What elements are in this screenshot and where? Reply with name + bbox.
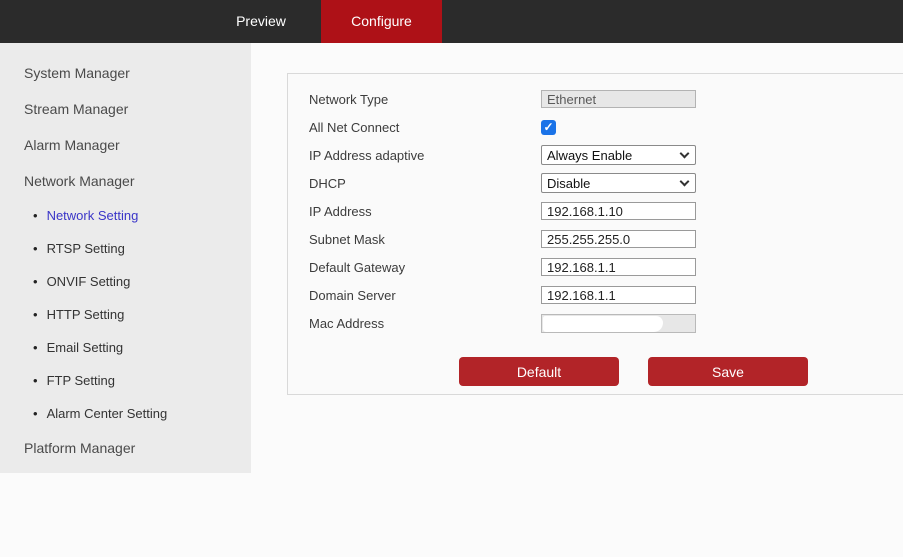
form-row-ip-address: IP Address	[288, 197, 903, 225]
sidebar-item-label: Email Setting	[46, 340, 124, 355]
check-icon: ✓	[543, 120, 554, 134]
sidebar-item-label: FTP Setting	[46, 373, 115, 388]
topbar: Preview Configure	[0, 0, 903, 43]
network-setting-panel: Network Type All Net Connect ✓ IP Address a…	[287, 73, 903, 395]
default-gateway-input[interactable]	[541, 258, 696, 276]
ip-address-adaptive-select[interactable]: Always Enable	[541, 145, 696, 165]
sidebar-item-platform-manager[interactable]: Platform Manager	[0, 430, 251, 466]
sidebar-item-network-setting[interactable]: • Network Setting	[0, 199, 251, 232]
form-row-ip-address-adaptive: IP Address adaptive Always Enable	[288, 141, 903, 169]
default-button[interactable]: Default	[459, 357, 619, 386]
sidebar-item-label: ONVIF Setting	[46, 274, 131, 289]
chevron-down-icon	[679, 148, 690, 159]
sidebar-item-stream-manager[interactable]: Stream Manager	[0, 91, 251, 127]
ip-address-adaptive-selected-value: Always Enable	[547, 147, 633, 163]
bullet-icon: •	[33, 307, 38, 322]
subnet-mask-input[interactable]	[541, 230, 696, 248]
sidebar: System Manager Stream Manager Alarm Manage…	[0, 43, 251, 473]
sidebar-item-onvif-setting[interactable]: • ONVIF Setting	[0, 265, 251, 298]
network-type-label: Network Type	[309, 91, 389, 107]
form-row-mac-address: Mac Address	[288, 309, 903, 337]
sidebar-item-rtsp-setting[interactable]: • RTSP Setting	[0, 232, 251, 265]
sidebar-item-label: Platform Manager	[24, 440, 136, 456]
form-row-all-net-connect: All Net Connect ✓	[288, 113, 903, 141]
domain-server-input[interactable]	[541, 286, 696, 304]
sidebar-item-alarm-center-setting[interactable]: • Alarm Center Setting	[0, 397, 251, 430]
form-row-default-gateway: Default Gateway	[288, 253, 903, 281]
bullet-icon: •	[33, 241, 38, 256]
sidebar-item-label: Stream Manager	[24, 101, 129, 117]
sidebar-item-label: Network Manager	[24, 173, 135, 189]
sidebar-item-ftp-setting[interactable]: • FTP Setting	[0, 364, 251, 397]
save-button[interactable]: Save	[648, 357, 808, 386]
mac-address-field	[541, 313, 696, 333]
sidebar-item-label: Network Setting	[46, 208, 139, 223]
subnet-mask-label: Subnet Mask	[309, 231, 385, 247]
form-rows: Network Type All Net Connect ✓ IP Address a…	[288, 85, 903, 337]
dhcp-select[interactable]: Disable	[541, 173, 696, 193]
sidebar-item-alarm-manager[interactable]: Alarm Manager	[0, 127, 251, 163]
dhcp-selected-value: Disable	[547, 175, 591, 191]
tab-configure[interactable]: Configure	[321, 0, 442, 43]
sidebar-item-label: Alarm Manager	[24, 137, 120, 153]
network-type-input	[541, 90, 696, 108]
chevron-down-icon	[679, 176, 690, 187]
redaction-blob	[543, 315, 663, 332]
bullet-icon: •	[33, 208, 38, 223]
sidebar-item-label: Alarm Center Setting	[46, 406, 168, 421]
form-row-dhcp: DHCP Disable	[288, 169, 903, 197]
all-net-connect-checkbox[interactable]: ✓	[541, 119, 556, 135]
sidebar-item-email-setting[interactable]: • Email Setting	[0, 331, 251, 364]
form-row-subnet-mask: Subnet Mask	[288, 225, 903, 253]
sidebar-item-label: System Manager	[24, 65, 130, 81]
sidebar-item-label: HTTP Setting	[46, 307, 125, 322]
sidebar-item-label: RTSP Setting	[46, 241, 125, 256]
ip-address-input[interactable]	[541, 202, 696, 220]
dhcp-label: DHCP	[309, 175, 346, 191]
sidebar-item-network-manager[interactable]: Network Manager	[0, 163, 251, 199]
domain-server-label: Domain Server	[309, 287, 396, 303]
sidebar-item-http-setting[interactable]: • HTTP Setting	[0, 298, 251, 331]
all-net-connect-label: All Net Connect	[309, 119, 400, 135]
bullet-icon: •	[33, 340, 38, 355]
default-gateway-label: Default Gateway	[309, 259, 406, 275]
ip-address-label: IP Address	[309, 203, 372, 219]
sidebar-item-system-manager[interactable]: System Manager	[0, 55, 251, 91]
bullet-icon: •	[33, 406, 38, 421]
bullet-icon: •	[33, 274, 38, 289]
bullet-icon: •	[33, 373, 38, 388]
ip-address-adaptive-label: IP Address adaptive	[309, 147, 425, 163]
form-row-domain-server: Domain Server	[288, 281, 903, 309]
mac-address-label: Mac Address	[309, 315, 385, 331]
form-row-network-type: Network Type	[288, 85, 903, 113]
tab-preview[interactable]: Preview	[201, 0, 321, 43]
